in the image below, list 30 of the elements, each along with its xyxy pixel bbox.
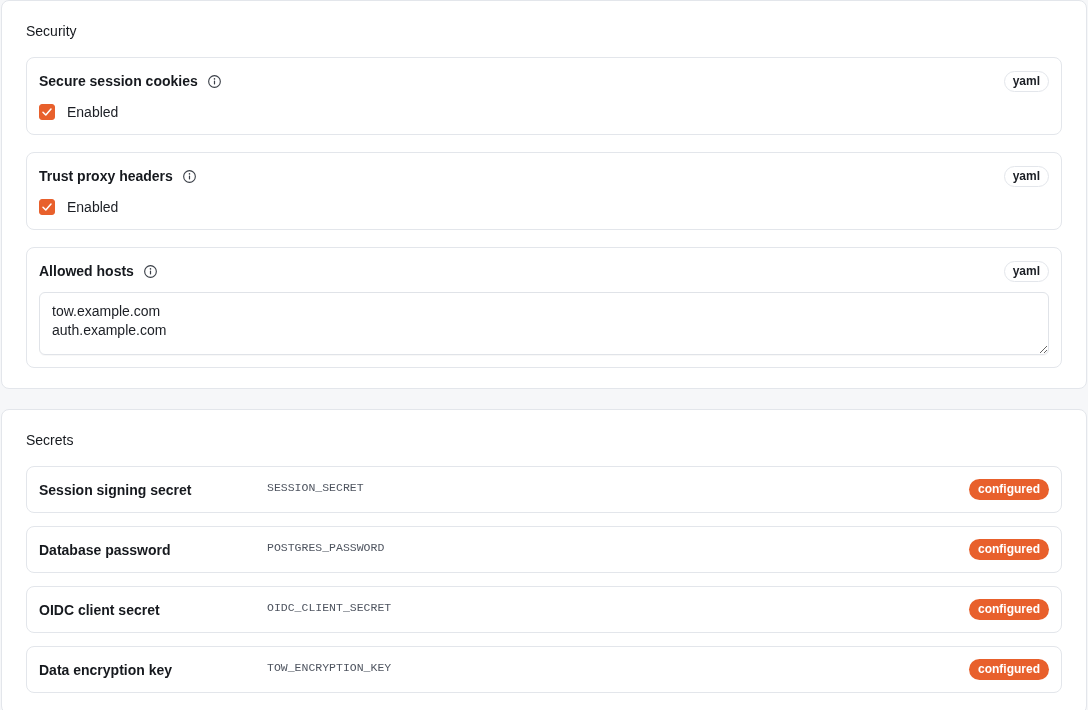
- checkbox[interactable]: [39, 199, 55, 215]
- info-icon[interactable]: [207, 74, 221, 88]
- secret-label: Database password: [39, 540, 172, 560]
- info-icon[interactable]: [143, 264, 157, 278]
- field-label: Trust proxy headers: [39, 167, 173, 186]
- status-badge: configured: [969, 539, 1049, 560]
- format-tag: yaml: [1003, 70, 1049, 92]
- status-badge: configured: [969, 659, 1049, 680]
- format-tag: yaml: [1003, 260, 1049, 282]
- info-icon[interactable]: [182, 169, 196, 183]
- secret-label: Session signing secret: [39, 480, 193, 500]
- checkbox-label[interactable]: Enabled: [67, 102, 119, 122]
- checkbox-label[interactable]: Enabled: [67, 197, 119, 217]
- section-title: Secrets: [26, 431, 74, 450]
- env-variable-name: OIDC_CLIENT_SECRET: [267, 599, 392, 616]
- section-title: Security: [26, 22, 77, 41]
- hosts-textarea[interactable]: tow.example.com auth.example.com: [39, 292, 1049, 355]
- secret-label: Data encryption key: [39, 660, 174, 680]
- field-label: Secure session cookies: [39, 72, 198, 91]
- status-badge: configured: [969, 479, 1049, 500]
- status-badge: configured: [969, 599, 1049, 620]
- env-variable-name: POSTGRES_PASSWORD: [267, 539, 385, 556]
- field-label: Allowed hosts: [39, 262, 134, 281]
- secret-label: OIDC client secret: [39, 600, 161, 620]
- checkmark-icon: [42, 108, 52, 116]
- format-tag: yaml: [1003, 165, 1049, 187]
- checkmark-icon: [42, 203, 52, 211]
- env-variable-name: SESSION_SECRET: [267, 479, 364, 496]
- checkbox[interactable]: [39, 104, 55, 120]
- env-variable-name: TOW_ENCRYPTION_KEY: [267, 659, 392, 676]
